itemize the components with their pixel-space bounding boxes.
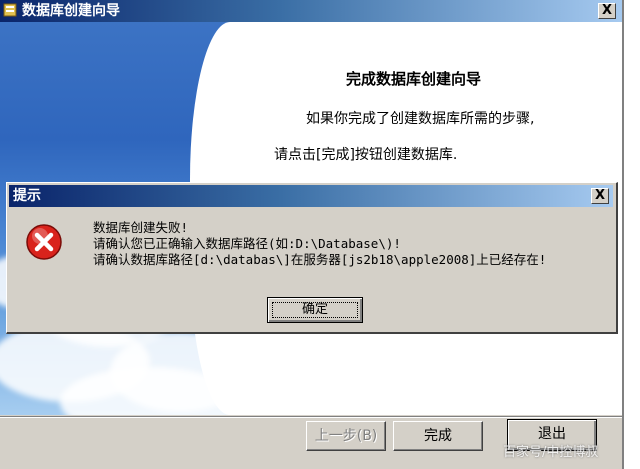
wizard-title: 数据库创建向导 bbox=[22, 3, 120, 19]
dialog-titlebar[interactable]: 提示 X bbox=[9, 185, 613, 207]
wizard-instruction-2: 请点击[完成]按钮创建数据库. bbox=[274, 147, 458, 163]
dialog-title: 提示 bbox=[13, 188, 41, 204]
error-message-line: 数据库创建失败! bbox=[93, 220, 189, 235]
dialog-close-button[interactable]: X bbox=[591, 188, 609, 204]
watermark: 百家号/中控博叔 bbox=[503, 445, 599, 460]
error-message-line: 请确认您已正确输入数据库路径(如:D:\Database\)! bbox=[93, 236, 401, 251]
wizard-heading: 完成数据库创建向导 bbox=[346, 70, 482, 88]
error-icon bbox=[26, 224, 62, 260]
button-separator bbox=[0, 416, 622, 418]
page-margin bbox=[624, 0, 640, 469]
ok-button-label: 确定 bbox=[301, 302, 328, 317]
wizard-instruction-1: 如果你完成了创建数据库所需的步骤, bbox=[306, 111, 535, 127]
wizard-titlebar[interactable]: 数据库创建向导 X bbox=[0, 0, 622, 22]
app-icon bbox=[3, 3, 17, 17]
finish-button[interactable]: 完成 bbox=[393, 421, 483, 451]
wizard-close-button[interactable]: X bbox=[598, 3, 616, 19]
error-dialog: 提示 X 数据库创建失败! 请确认您已正确输入数据库路径(如:D:\Databa… bbox=[6, 182, 618, 334]
ok-button[interactable]: 确定 bbox=[267, 297, 363, 323]
back-button[interactable]: 上一步(B) bbox=[306, 421, 386, 451]
error-message-line: 请确认数据库路径[d:\databas\]在服务器[js2b18\apple20… bbox=[93, 252, 547, 267]
